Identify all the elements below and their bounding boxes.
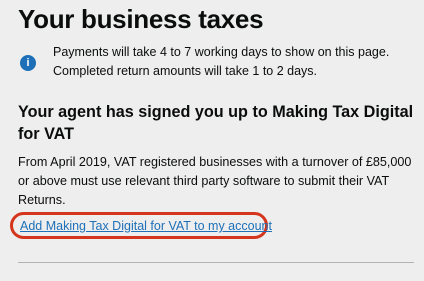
mtd-heading: Your agent has signed you up to Making T…: [18, 103, 414, 143]
info-icon: i: [20, 55, 36, 71]
notice-text: Payments will take 4 to 7 working days t…: [53, 43, 403, 81]
section-divider: [18, 262, 414, 263]
payment-timing-notice: i Payments will take 4 to 7 working days…: [18, 43, 404, 85]
mtd-description: From April 2019, VAT registered business…: [18, 155, 412, 207]
notice-line-payments: Payments will take 4 to 7 working days t…: [53, 45, 390, 59]
business-taxes-page: Your business taxes i Payments will take…: [0, 0, 424, 281]
page-title: Your business taxes: [18, 4, 264, 34]
add-mtd-vat-link[interactable]: Add Making Tax Digital for VAT to my acc…: [20, 218, 272, 234]
notice-line-returns: Completed return amounts will take 1 to …: [53, 64, 318, 78]
